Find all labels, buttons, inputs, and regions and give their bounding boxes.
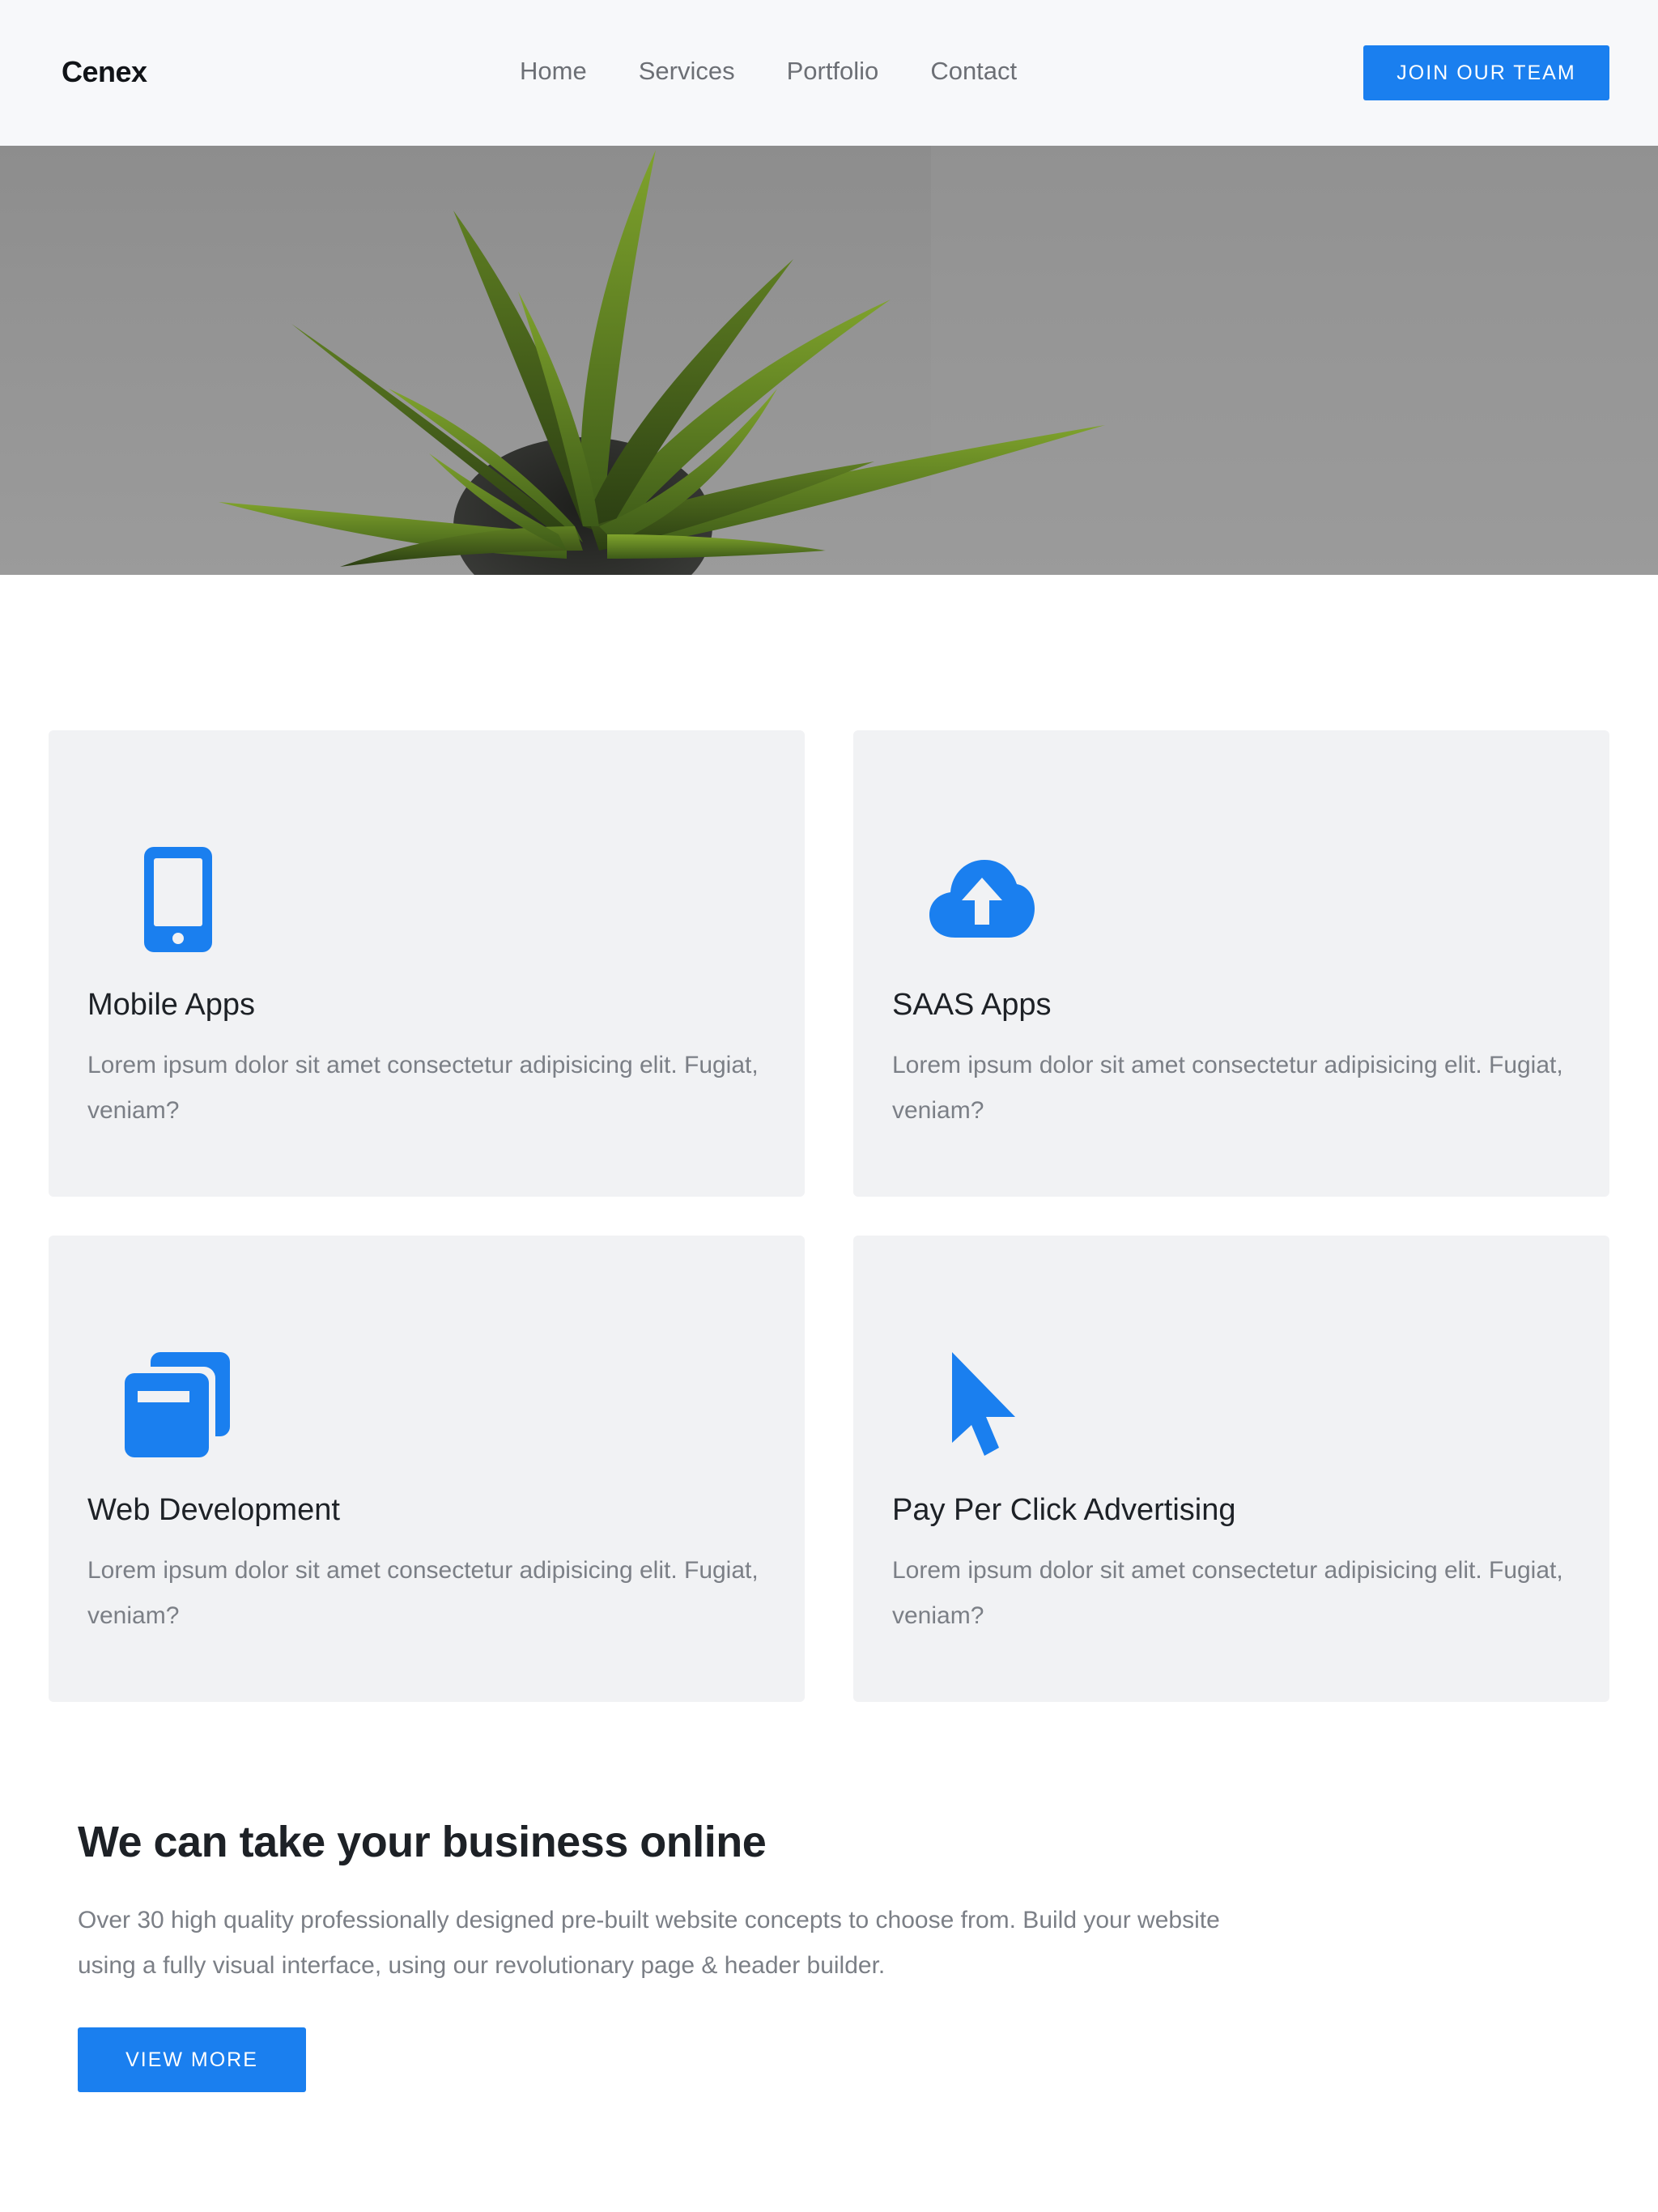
navbar: Cenex Home Services Portfolio Contact JO… — [0, 0, 1658, 146]
nav-link-services[interactable]: Services — [639, 57, 735, 86]
nav-links: Home Services Portfolio Contact — [520, 57, 1069, 86]
nav-link-home[interactable]: Home — [520, 57, 587, 86]
nav-link-portfolio[interactable]: Portfolio — [787, 57, 879, 86]
brand-logo[interactable]: Cenex — [62, 55, 147, 89]
card-title: Web Development — [87, 1493, 340, 1527]
windows-stack-icon — [125, 1352, 230, 1457]
join-our-team-button[interactable]: JOIN OUR TEAM — [1363, 45, 1609, 100]
mobile-phone-icon — [144, 847, 212, 952]
cloud-upload-icon — [929, 860, 1035, 938]
cta-description: Over 30 high quality professionally desi… — [78, 1907, 1220, 1979]
service-card-pay-per-click-advertising[interactable]: Pay Per Click Advertising Lorem ipsum do… — [853, 1236, 1609, 1702]
card-text: Lorem ipsum dolor sit amet consectetur a… — [87, 1052, 759, 1124]
cta-heading: We can take your business online — [78, 1818, 767, 1866]
view-more-button[interactable]: VIEW MORE — [78, 2027, 306, 2092]
card-title: Pay Per Click Advertising — [892, 1493, 1236, 1527]
card-title: Mobile Apps — [87, 988, 256, 1022]
service-card-mobile-apps[interactable]: Mobile Apps Lorem ipsum dolor sit amet c… — [49, 730, 805, 1197]
service-card-web-development[interactable]: Web Development Lorem ipsum dolor sit am… — [49, 1236, 805, 1702]
card-text: Lorem ipsum dolor sit amet consectetur a… — [892, 1557, 1563, 1629]
mouse-pointer-icon — [952, 1352, 1015, 1456]
card-text: Lorem ipsum dolor sit amet consectetur a… — [892, 1052, 1563, 1124]
service-card-saas-apps[interactable]: SAAS Apps Lorem ipsum dolor sit amet con… — [853, 730, 1609, 1197]
card-text: Lorem ipsum dolor sit amet consectetur a… — [87, 1557, 759, 1629]
plant-image — [219, 146, 1658, 575]
nav-link-contact[interactable]: Contact — [930, 57, 1017, 86]
hero-banner — [0, 146, 1658, 575]
card-title: SAAS Apps — [892, 988, 1052, 1022]
